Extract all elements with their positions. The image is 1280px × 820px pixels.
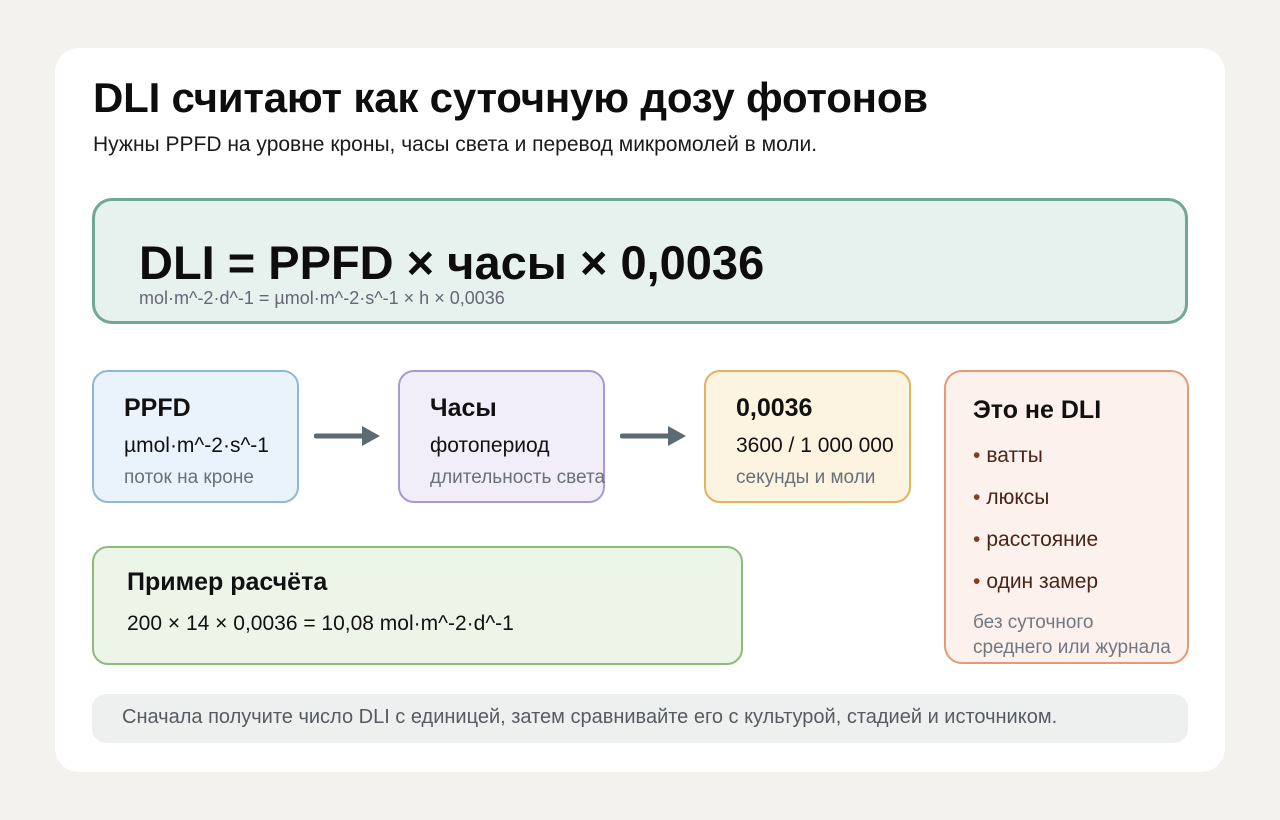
page-title: DLI считают как суточную дозу фотонов xyxy=(93,74,928,121)
step-constant-main: 3600 / 1 000 000 xyxy=(736,434,894,457)
list-item: • люксы xyxy=(973,486,1098,528)
step-ppfd: PPFD µmol·m^-2·s^-1 поток на кроне xyxy=(92,370,299,503)
step-constant: 0,0036 3600 / 1 000 000 секунды и моли xyxy=(704,370,911,503)
step-ppfd-heading: PPFD xyxy=(124,394,191,422)
not-dli-heading: Это не DLI xyxy=(973,396,1102,424)
bullet-icon: • xyxy=(973,486,981,509)
example-calc: 200 × 14 × 0,0036 = 10,08 mol·m^-2·d^-1 xyxy=(127,612,514,635)
list-item: • один замер xyxy=(973,570,1098,612)
step-hours-sub: длительность света xyxy=(430,467,606,488)
formula-units: mol·m^-2·d^-1 = µmol·m^-2·s^-1 × h × 0,0… xyxy=(139,288,505,308)
list-item-label: один замер xyxy=(986,570,1099,593)
not-dli-note: без суточного среднего или журнала xyxy=(973,610,1171,660)
formula-box: DLI = PPFD × часы × 0,0036 mol·m^-2·d^-1… xyxy=(92,198,1188,324)
not-dli-note-line2: среднего или журнала xyxy=(973,637,1171,658)
step-hours: Часы фотопериод длительность света xyxy=(398,370,605,503)
footer-note: Сначала получите число DLI с единицей, з… xyxy=(92,694,1188,743)
formula-main: DLI = PPFD × часы × 0,0036 xyxy=(139,236,765,289)
bullet-icon: • xyxy=(973,570,981,593)
step-ppfd-sub: поток на кроне xyxy=(124,467,254,488)
step-ppfd-main: µmol·m^-2·s^-1 xyxy=(124,434,269,457)
arrow-right-icon xyxy=(620,426,686,446)
list-item: • ватты xyxy=(973,444,1098,486)
not-dli-note-line1: без суточного xyxy=(973,612,1094,633)
list-item-label: ватты xyxy=(986,444,1043,467)
step-hours-main: фотопериод xyxy=(430,434,550,457)
example-box: Пример расчёта 200 × 14 × 0,0036 = 10,08… xyxy=(92,546,743,665)
bullet-icon: • xyxy=(973,528,981,551)
footer-text: Сначала получите число DLI с единицей, з… xyxy=(122,706,1058,728)
example-heading: Пример расчёта xyxy=(127,568,328,596)
step-constant-heading: 0,0036 xyxy=(736,394,813,422)
not-dli-list: • ватты • люксы • расстояние • один замер xyxy=(973,444,1098,612)
not-dli-box: Это не DLI • ватты • люксы • расстояние • од… xyxy=(944,370,1189,664)
bullet-icon: • xyxy=(973,444,981,467)
arrow-right-icon xyxy=(314,426,380,446)
list-item: • расстояние xyxy=(973,528,1098,570)
page-subtitle: Нужны PPFD на уровне кроны, часы света и… xyxy=(93,133,818,156)
step-constant-sub: секунды и моли xyxy=(736,467,876,488)
list-item-label: расстояние xyxy=(986,528,1099,551)
step-hours-heading: Часы xyxy=(430,394,497,422)
list-item-label: люксы xyxy=(986,486,1050,509)
